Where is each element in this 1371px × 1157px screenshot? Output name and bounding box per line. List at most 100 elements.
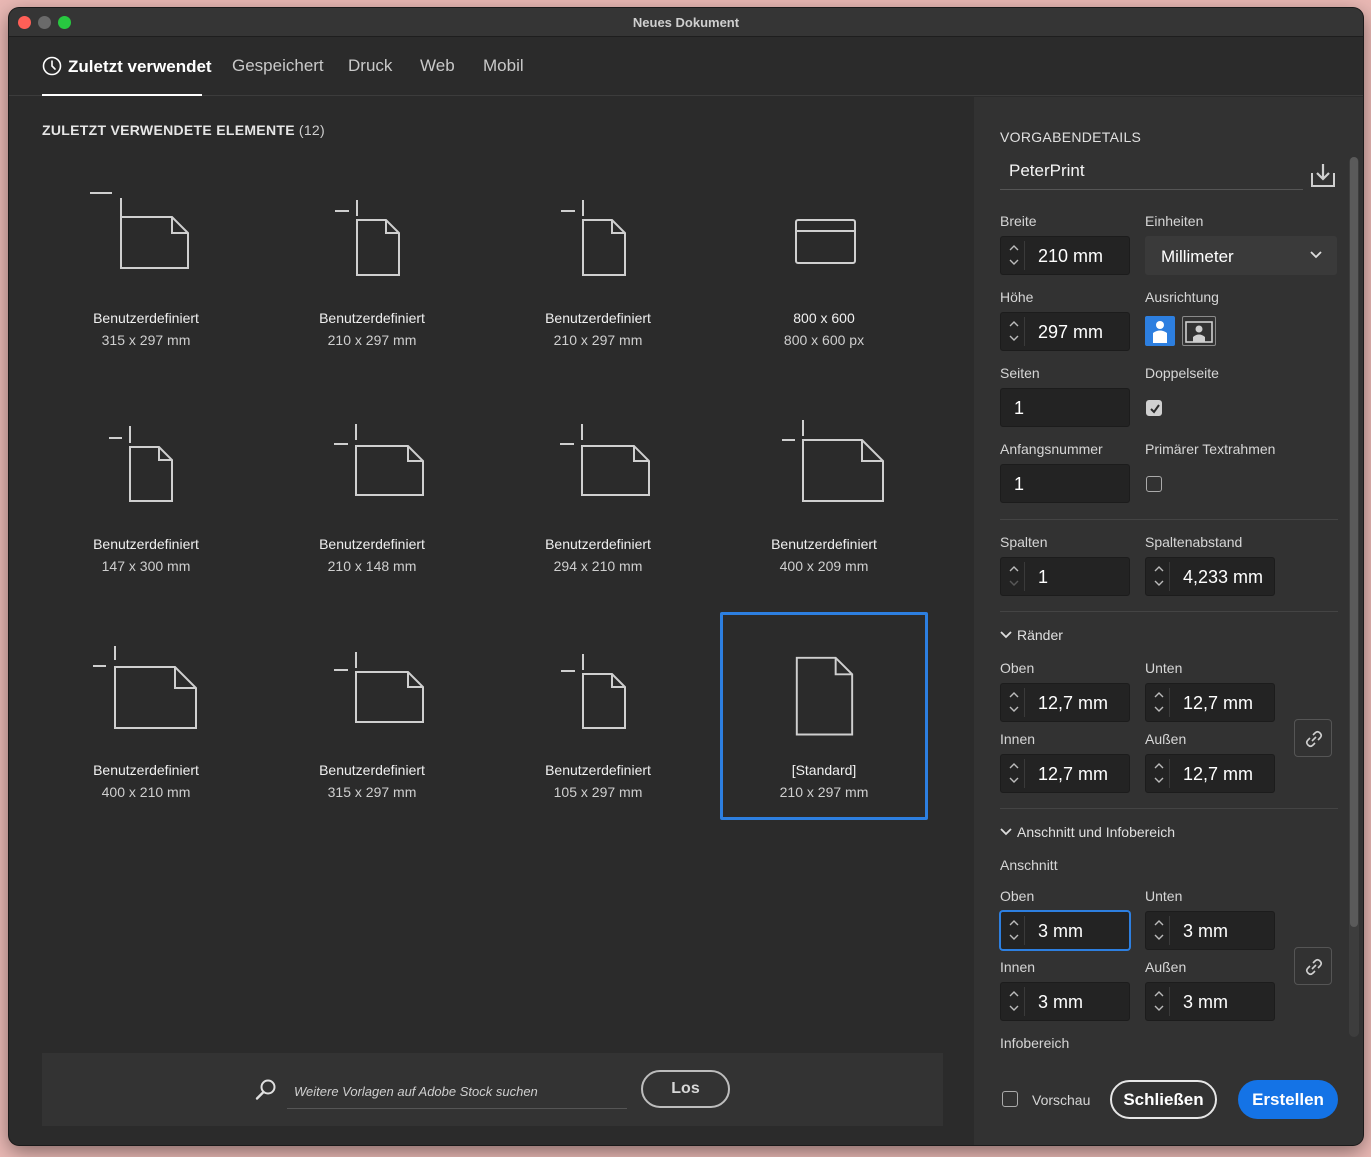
height-field[interactable]: 297 mm (1000, 312, 1130, 351)
create-button[interactable]: Erstellen (1238, 1080, 1338, 1119)
bleed-inside-field[interactable]: 3 mm (1000, 982, 1130, 1021)
chevron-down-icon[interactable] (1154, 934, 1164, 940)
preset-name: Benutzerdefiniert (545, 310, 651, 326)
tab-mobile[interactable]: Mobil (483, 56, 524, 76)
gutter-stepper[interactable] (1150, 562, 1170, 591)
preset-card[interactable]: Benutzerdefiniert 315 x 297 mm (42, 160, 250, 368)
tab-saved[interactable]: Gespeichert (232, 56, 324, 76)
margins-section-toggle[interactable]: Ränder (1000, 627, 1063, 643)
chevron-down-icon[interactable] (1009, 580, 1019, 586)
pages-field[interactable]: 1 (1000, 388, 1130, 427)
chevron-down-icon (1310, 251, 1322, 259)
gutter-label: Spaltenabstand (1145, 534, 1243, 550)
chevron-up-icon[interactable] (1009, 763, 1019, 769)
bleed-top-field[interactable]: 3 mm (1000, 911, 1130, 950)
preset-name-input[interactable] (1000, 152, 1303, 190)
preset-name: Benutzerdefiniert (93, 536, 199, 552)
chevron-up-icon[interactable] (1154, 692, 1164, 698)
chevron-up-icon[interactable] (1154, 566, 1164, 572)
chevron-down-icon[interactable] (1009, 259, 1019, 265)
bleed-outside-stepper[interactable] (1150, 987, 1170, 1016)
bleed-top-stepper[interactable] (1005, 916, 1025, 945)
chevron-down-icon[interactable] (1009, 335, 1019, 341)
chevron-down-icon[interactable] (1154, 580, 1164, 586)
preset-card-selected[interactable]: [Standard] 210 x 297 mm (720, 612, 928, 820)
preset-card[interactable]: Benutzerdefiniert 210 x 148 mm (268, 386, 476, 594)
bleed-bottom-field[interactable]: 3 mm (1145, 911, 1275, 950)
search-go-button[interactable]: Los (641, 1070, 730, 1108)
height-stepper[interactable] (1005, 317, 1025, 346)
chevron-up-icon[interactable] (1154, 920, 1164, 926)
landscape-orientation-button[interactable] (1182, 316, 1216, 346)
preset-card[interactable]: Benutzerdefiniert 400 x 210 mm (42, 612, 250, 820)
tab-web[interactable]: Web (420, 56, 455, 76)
tab-recent[interactable]: Zuletzt verwendet (42, 56, 212, 77)
bleed-inside-stepper[interactable] (1005, 987, 1025, 1016)
margin-top-stepper[interactable] (1005, 688, 1025, 717)
link-margins-button[interactable] (1294, 719, 1332, 757)
chevron-up-icon[interactable] (1009, 321, 1019, 327)
gutter-value: 4,233 mm (1183, 567, 1264, 587)
chevron-up-icon[interactable] (1009, 566, 1019, 572)
margin-top-field[interactable]: 12,7 mm (1000, 683, 1130, 722)
preset-card[interactable]: Benutzerdefiniert 400 x 209 mm (720, 386, 928, 594)
preset-name: Benutzerdefiniert (319, 310, 425, 326)
stock-search-input[interactable] (287, 1075, 627, 1109)
chevron-down-icon[interactable] (1154, 777, 1164, 783)
margin-outside-stepper[interactable] (1150, 759, 1170, 788)
link-bleed-button[interactable] (1294, 947, 1332, 985)
preset-details-panel: VORGABENDETAILS Breite 210 mm Einheiten … (974, 97, 1363, 1145)
bleed-bottom-stepper[interactable] (1150, 916, 1170, 945)
columns-stepper[interactable] (1005, 562, 1025, 591)
save-preset-icon[interactable] (1309, 161, 1337, 189)
margin-outside-value: 12,7 mm (1183, 764, 1254, 784)
preset-card[interactable]: Benutzerdefiniert 210 x 297 mm (268, 160, 476, 368)
preset-card[interactable]: Benutzerdefiniert 147 x 300 mm (42, 386, 250, 594)
scrollbar-thumb[interactable] (1350, 157, 1358, 927)
chevron-down-icon[interactable] (1009, 934, 1019, 940)
slug-label: Infobereich (1000, 1035, 1070, 1051)
chevron-up-icon[interactable] (1009, 245, 1019, 251)
units-select[interactable]: Millimeter (1145, 236, 1337, 275)
chevron-up-icon[interactable] (1154, 991, 1164, 997)
chevron-down-icon[interactable] (1009, 777, 1019, 783)
divider (1000, 808, 1338, 809)
preset-card[interactable]: Benutzerdefiniert 210 x 297 mm (494, 160, 702, 368)
margin-bottom-label: Unten (1145, 660, 1183, 676)
tab-print[interactable]: Druck (348, 56, 392, 76)
chevron-down-icon[interactable] (1009, 1005, 1019, 1011)
preset-card[interactable]: Benutzerdefiniert 105 x 297 mm (494, 612, 702, 820)
chevron-up-icon[interactable] (1009, 991, 1019, 997)
bleed-outside-field[interactable]: 3 mm (1145, 982, 1275, 1021)
landscape-document-icon (90, 192, 189, 269)
chevron-down-icon[interactable] (1009, 706, 1019, 712)
facing-pages-checkbox[interactable] (1146, 400, 1162, 416)
preset-card[interactable]: 800 x 600 800 x 600 px (720, 160, 928, 368)
chevron-down-icon[interactable] (1154, 1005, 1164, 1011)
margin-top-label: Oben (1000, 660, 1035, 676)
columns-field[interactable]: 1 (1000, 557, 1130, 596)
margin-bottom-field[interactable]: 12,7 mm (1145, 683, 1275, 722)
primary-text-frame-checkbox[interactable] (1146, 476, 1162, 492)
portrait-orientation-button[interactable] (1145, 316, 1175, 346)
chevron-down-icon[interactable] (1154, 706, 1164, 712)
width-field[interactable]: 210 mm (1000, 236, 1130, 275)
details-scrollbar[interactable] (1349, 157, 1359, 1037)
preview-checkbox[interactable] (1002, 1091, 1018, 1107)
margin-inside-field[interactable]: 12,7 mm (1000, 754, 1130, 793)
close-button[interactable]: Schließen (1110, 1080, 1217, 1119)
gutter-field[interactable]: 4,233 mm (1145, 557, 1275, 596)
landscape-document-icon (782, 420, 884, 502)
start-number-field[interactable]: 1 (1000, 464, 1130, 503)
margin-inside-stepper[interactable] (1005, 759, 1025, 788)
chevron-up-icon[interactable] (1009, 920, 1019, 926)
margin-bottom-stepper[interactable] (1150, 688, 1170, 717)
preset-details-header: VORGABENDETAILS (1000, 129, 1142, 145)
chevron-up-icon[interactable] (1154, 763, 1164, 769)
bleed-slug-section-toggle[interactable]: Anschnitt und Infobereich (1000, 824, 1175, 840)
margin-outside-field[interactable]: 12,7 mm (1145, 754, 1275, 793)
width-stepper[interactable] (1005, 241, 1025, 270)
preset-card[interactable]: Benutzerdefiniert 315 x 297 mm (268, 612, 476, 820)
chevron-up-icon[interactable] (1009, 692, 1019, 698)
preset-card[interactable]: Benutzerdefiniert 294 x 210 mm (494, 386, 702, 594)
